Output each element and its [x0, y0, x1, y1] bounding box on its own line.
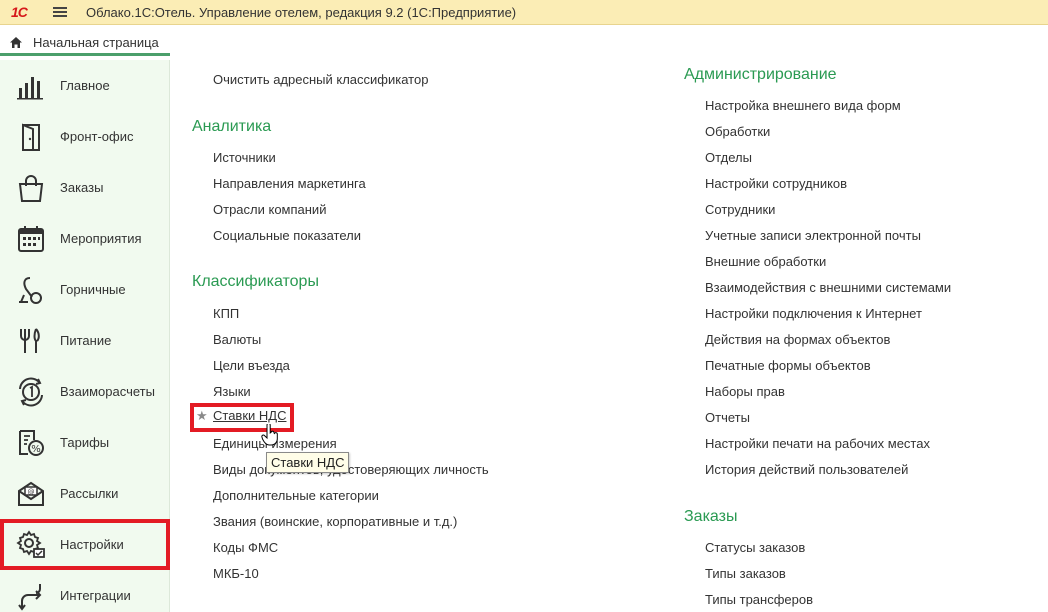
hand-cursor-icon	[261, 424, 278, 446]
link-administration[interactable]: Печатные формы объектов	[705, 358, 871, 373]
sidebar-item-label: Взаиморасчеты	[60, 384, 155, 399]
link-administration[interactable]: Отчеты	[705, 410, 750, 425]
link-classifier[interactable]: Валюты	[213, 332, 261, 347]
link-administration[interactable]: Настройки печати на рабочих местах	[705, 436, 930, 451]
sidebar-item-label: Интеграции	[60, 588, 131, 603]
sidebar-item-front-office[interactable]: Фронт-офис	[0, 111, 170, 162]
link-administration[interactable]: Настройки сотрудников	[705, 176, 847, 191]
link-administration[interactable]: Взаимодействия с внешними системами	[705, 280, 951, 295]
link-administration[interactable]: История действий пользователей	[705, 462, 908, 477]
link-analytics[interactable]: Направления маркетинга	[213, 176, 366, 191]
svg-text:@: @	[28, 488, 35, 496]
svg-text:%: %	[31, 444, 41, 455]
sidebar-item-label: Тарифы	[60, 435, 110, 450]
section-title-classifiers: Классификаторы	[192, 273, 319, 290]
title-bar: 1С Облако.1С:Отель. Управление отелем, р…	[0, 0, 1048, 25]
sidebar-item-label: Заказы	[60, 180, 104, 195]
sidebar: Главное Фронт-офис Заказы Мероприятия Го…	[0, 60, 170, 612]
section-title-administration: Администрирование	[684, 66, 837, 83]
link-administration[interactable]: Обработки	[705, 124, 770, 139]
vacuum-cleaner-icon	[19, 277, 42, 304]
sidebar-item-main[interactable]: Главное	[0, 60, 170, 111]
sidebar-item-label: Рассылки	[60, 486, 119, 501]
tooltip: Ставки НДС	[266, 452, 350, 473]
link-administration[interactable]: Отделы	[705, 150, 752, 165]
window-title: Облако.1С:Отель. Управление отелем, реда…	[86, 4, 517, 20]
sidebar-item-integrations[interactable]: Интеграции	[0, 570, 170, 612]
bar-chart-icon	[17, 77, 43, 100]
sidebar-item-label: Фронт-офис	[60, 129, 134, 144]
link-administration[interactable]: Учетные записи электронной почты	[705, 228, 921, 243]
link-administration[interactable]: Сотрудники	[705, 202, 775, 217]
sidebar-item-food[interactable]: Питание	[0, 315, 170, 366]
calendar-icon	[18, 226, 44, 252]
sidebar-item-settings[interactable]: Настройки	[0, 519, 170, 570]
cutlery-icon	[20, 328, 40, 353]
link-orders[interactable]: Статусы заказов	[705, 540, 805, 555]
settlement-icon	[19, 377, 43, 407]
section-title-analytics: Аналитика	[192, 118, 272, 135]
sidebar-item-events[interactable]: Мероприятия	[0, 213, 170, 264]
link-administration[interactable]: Настройки подключения к Интернет	[705, 306, 922, 321]
sidebar-item-housekeeping[interactable]: Горничные	[0, 264, 170, 315]
1c-logo: 1С	[11, 4, 28, 20]
link-classifier[interactable]: Дополнительные категории	[213, 488, 379, 503]
link-analytics[interactable]: Источники	[213, 150, 276, 165]
link-clear-address-classifier[interactable]: Очистить адресный классификатор	[213, 72, 428, 87]
sidebar-item-tariffs[interactable]: % Тарифы	[0, 417, 170, 468]
home-icon	[10, 36, 22, 48]
link-classifier[interactable]: МКБ-10	[213, 566, 259, 581]
sidebar-item-orders[interactable]: Заказы	[0, 162, 170, 213]
gear-icon	[16, 530, 45, 558]
mail-icon: @	[18, 481, 44, 506]
tariff-icon: %	[19, 430, 44, 456]
link-administration[interactable]: Внешние обработки	[705, 254, 826, 269]
sidebar-item-label: Питание	[60, 333, 112, 348]
link-analytics[interactable]: Социальные показатели	[213, 228, 361, 243]
link-classifier[interactable]: Языки	[213, 384, 251, 399]
section-title-orders: Заказы	[684, 508, 738, 525]
link-classifier[interactable]: КПП	[213, 306, 239, 321]
door-icon	[22, 123, 40, 151]
link-classifier[interactable]: Виды документов, удостоверяющих личность	[213, 462, 489, 477]
link-orders[interactable]: Типы заказов	[705, 566, 786, 581]
integration-icon	[18, 584, 42, 611]
sidebar-item-label: Горничные	[60, 282, 126, 297]
sidebar-item-settlements[interactable]: Взаиморасчеты	[0, 366, 170, 417]
main-content: Очистить адресный классификатор Аналитик…	[171, 56, 1048, 612]
link-vat-rates[interactable]: Ставки НДС	[213, 408, 286, 423]
link-classifier[interactable]: Цели въезда	[213, 358, 290, 373]
link-administration[interactable]: Действия на формах объектов	[705, 332, 890, 347]
main-menu-icon[interactable]	[53, 6, 67, 18]
sidebar-item-label: Главное	[60, 78, 110, 93]
sidebar-item-label: Настройки	[60, 537, 124, 552]
link-orders[interactable]: Типы трансферов	[705, 592, 813, 607]
link-administration[interactable]: Наборы прав	[705, 384, 785, 399]
link-administration[interactable]: Настройка внешнего вида форм	[705, 98, 901, 113]
home-tab[interactable]: Начальная страница	[0, 31, 170, 56]
link-analytics[interactable]: Отрасли компаний	[213, 202, 326, 217]
shopping-bag-icon	[18, 175, 44, 202]
sidebar-item-label: Мероприятия	[60, 231, 142, 246]
sidebar-item-mailings[interactable]: @ Рассылки	[0, 468, 170, 519]
home-tab-label: Начальная страница	[33, 34, 159, 50]
link-classifier[interactable]: Коды ФМС	[213, 540, 278, 555]
favorite-star-icon[interactable]: ★	[196, 408, 208, 424]
link-classifier[interactable]: Звания (воинские, корпоративные и т.д.)	[213, 514, 457, 529]
